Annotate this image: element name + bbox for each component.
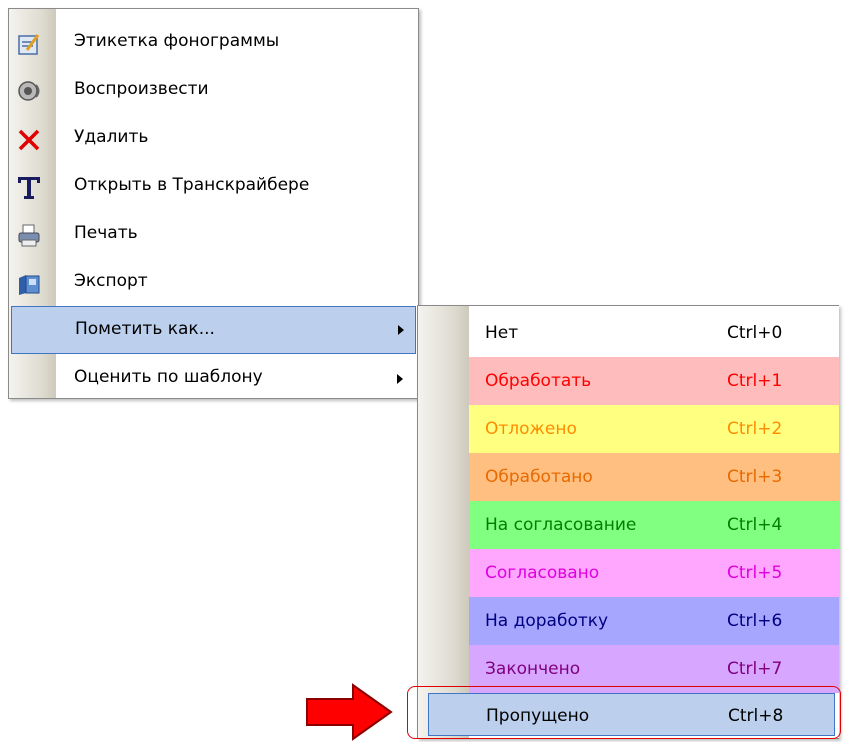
submenu-item-processed[interactable]: Обработано Ctrl+3 — [469, 453, 839, 501]
submenu-item-text: Согласовано — [485, 563, 600, 583]
menu-item-mark-as[interactable]: Пометить как... — [11, 306, 416, 354]
export-icon — [19, 275, 40, 295]
submenu-item-shortcut: Ctrl+3 — [727, 467, 783, 487]
submenu-item-shortcut: Ctrl+2 — [727, 419, 783, 439]
menu-item-text: Открыть в Транскрайбере — [74, 175, 310, 195]
menu-item-text: Оценить по шаблону — [74, 367, 263, 387]
submenu-item-shortcut: Ctrl+4 — [727, 515, 783, 535]
submenu-item-shortcut: Ctrl+5 — [727, 563, 783, 583]
submenu-arrow-icon — [397, 374, 403, 384]
submenu-item-text: Обработано — [485, 467, 593, 487]
submenu-gutter — [418, 306, 469, 738]
menu-item-export[interactable]: Экспорт — [9, 259, 418, 307]
submenu-item-shortcut: Ctrl+1 — [727, 371, 783, 391]
menu-item-text: Пометить как... — [75, 319, 215, 339]
submenu-item-approved[interactable]: Согласовано Ctrl+5 — [469, 549, 839, 597]
submenu-item-shortcut: Ctrl+0 — [727, 323, 783, 343]
submenu-item-text: На согласование — [485, 515, 637, 535]
mark-as-submenu: Нет Ctrl+0 Обработать Ctrl+1 Отложено Ct… — [417, 305, 839, 739]
submenu-item-text: Отложено — [485, 419, 577, 439]
menu-item-play[interactable]: Воспроизвести — [9, 67, 418, 115]
context-menu: Этикетка фонограммы Воспроизвести Удалит… — [8, 8, 419, 399]
label-edit-icon — [18, 34, 40, 55]
submenu-item-for-approval[interactable]: На согласование Ctrl+4 — [469, 501, 839, 549]
menu-item-text: Печать — [74, 223, 138, 243]
menu-item-text: Удалить — [74, 127, 149, 147]
menu-item-open-transcriber[interactable]: Открыть в Транскрайбере — [9, 163, 418, 211]
submenu-item-text: Закончено — [485, 659, 581, 679]
submenu-item-revision[interactable]: На доработку Ctrl+6 — [469, 597, 839, 645]
printer-icon — [18, 224, 40, 247]
annotation-highlight-box — [407, 686, 841, 739]
menu-item-label[interactable]: Этикетка фонограммы — [9, 19, 418, 67]
transcriber-t-icon — [18, 177, 40, 199]
submenu-item-shortcut: Ctrl+7 — [727, 659, 783, 679]
submenu-item-postponed[interactable]: Отложено Ctrl+2 — [469, 405, 839, 453]
submenu-item-shortcut: Ctrl+6 — [727, 611, 783, 631]
submenu-item-none[interactable]: Нет Ctrl+0 — [469, 309, 839, 357]
menu-item-text: Этикетка фонограммы — [74, 31, 280, 51]
speaker-icon — [18, 81, 40, 101]
submenu-item-text: Обработать — [485, 371, 592, 391]
submenu-item-process[interactable]: Обработать Ctrl+1 — [469, 357, 839, 405]
menu-item-text: Воспроизвести — [74, 79, 209, 99]
menu-item-delete[interactable]: Удалить — [9, 115, 418, 163]
menu-item-rate-by-template[interactable]: Оценить по шаблону — [9, 355, 418, 403]
submenu-item-text: На доработку — [485, 611, 609, 631]
annotation-arrow-icon — [306, 683, 393, 741]
submenu-item-text: Нет — [485, 323, 519, 343]
submenu-arrow-icon — [398, 325, 404, 335]
delete-x-icon — [18, 129, 40, 151]
menu-item-print[interactable]: Печать — [9, 211, 418, 259]
menu-item-text: Экспорт — [74, 271, 148, 291]
